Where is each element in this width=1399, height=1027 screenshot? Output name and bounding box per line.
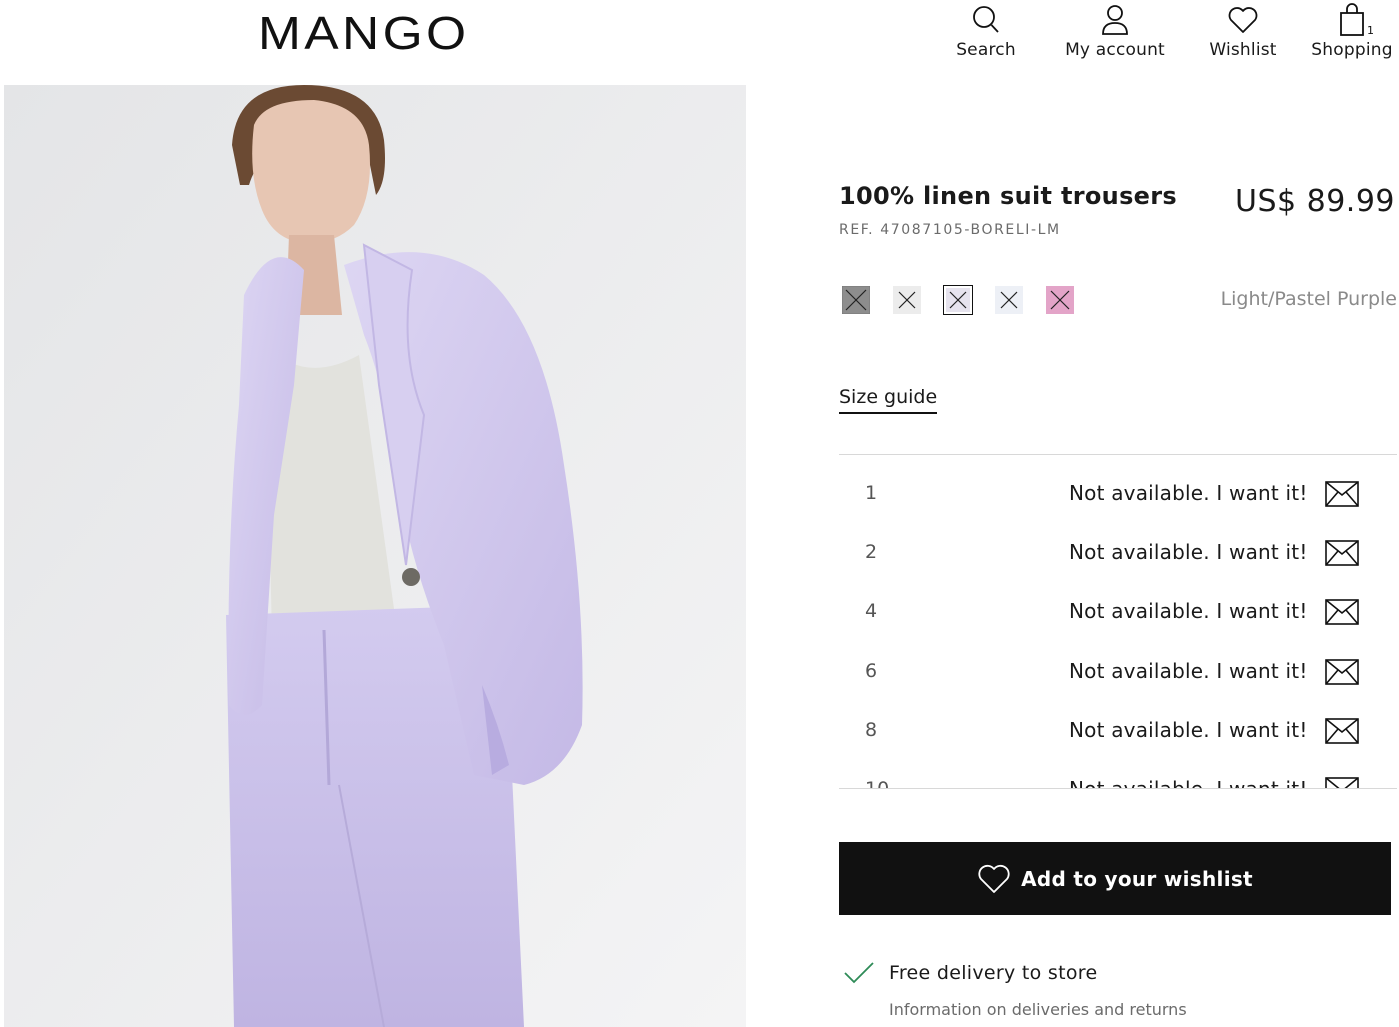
size-availability: Not available. I want it!	[1069, 540, 1308, 564]
mango-logo[interactable]: MANGO	[258, 10, 469, 56]
size-availability: Not available. I want it!	[1069, 481, 1308, 505]
nav-wishlist-label: Wishlist	[1209, 40, 1277, 60]
size-label: 1	[865, 482, 878, 504]
nav-my-account-label: My account	[1065, 40, 1165, 60]
size-list[interactable]: 1 Not available. I want it! 2 Not availa…	[839, 454, 1397, 789]
size-label: 8	[865, 719, 878, 741]
heart-icon	[978, 864, 1010, 893]
bag-icon: 1	[1338, 0, 1374, 40]
product-title: 100% linen suit trousers	[839, 182, 1177, 210]
size-option-1[interactable]: 1 Not available. I want it!	[839, 459, 1397, 518]
color-swatch-pink[interactable]	[1046, 286, 1074, 314]
product-price: US$ 89.99	[1234, 184, 1395, 219]
size-availability: Not available. I want it!	[1069, 659, 1308, 683]
envelope-icon	[1325, 599, 1359, 625]
model-illustration	[4, 85, 746, 1027]
free-delivery-text: Free delivery to store	[889, 962, 1098, 984]
nav-search-label: Search	[956, 40, 1016, 60]
product-image[interactable]	[4, 85, 746, 1027]
user-icon	[1100, 0, 1130, 40]
envelope-icon	[1325, 777, 1359, 788]
envelope-icon	[1325, 481, 1359, 507]
envelope-icon	[1325, 540, 1359, 566]
add-to-wishlist-label: Add to your wishlist	[1021, 866, 1253, 891]
heart-icon	[1227, 0, 1259, 40]
check-icon	[844, 962, 874, 984]
site-header: MANGO Search My account Wishlist 1 Shopp…	[0, 0, 1399, 84]
add-to-wishlist-button[interactable]: Add to your wishlist	[839, 842, 1391, 915]
size-option-2[interactable]: 2 Not available. I want it!	[839, 518, 1397, 577]
color-swatch-pastel-purple[interactable]	[943, 285, 973, 315]
color-swatch-grey[interactable]	[842, 286, 870, 314]
size-label: 10	[865, 778, 890, 789]
size-label: 6	[865, 660, 878, 682]
size-label: 2	[865, 541, 878, 563]
envelope-icon	[1325, 659, 1359, 685]
size-option-8[interactable]: 8 Not available. I want it!	[839, 696, 1397, 755]
color-swatch-light-blue[interactable]	[995, 286, 1023, 314]
size-availability: Not available. I want it!	[1069, 777, 1308, 789]
delivery-returns-link[interactable]: Information on deliveries and returns	[889, 1000, 1187, 1019]
nav-shopping-label: Shopping	[1311, 40, 1393, 60]
size-option-10[interactable]: 10 Not available. I want it!	[839, 755, 1397, 789]
color-selector: Light/Pastel Purple	[839, 285, 1399, 315]
size-availability: Not available. I want it!	[1069, 718, 1308, 742]
color-swatch-off-white[interactable]	[893, 286, 921, 314]
nav-shopping-bag[interactable]: 1 Shopping	[1310, 0, 1394, 70]
nav-search[interactable]: Search	[956, 0, 1016, 70]
nav-my-account[interactable]: My account	[1063, 0, 1167, 70]
search-icon	[971, 0, 1001, 40]
bag-count-badge: 1	[1367, 24, 1374, 37]
envelope-icon	[1325, 718, 1359, 744]
nav-wishlist[interactable]: Wishlist	[1208, 0, 1278, 70]
product-reference: REF. 47087105-BORELI-LM	[839, 222, 1061, 238]
selected-color-name: Light/Pastel Purple	[1220, 288, 1397, 310]
size-label: 4	[865, 600, 878, 622]
size-guide-link[interactable]: Size guide	[839, 386, 938, 414]
size-option-6[interactable]: 6 Not available. I want it!	[839, 637, 1397, 696]
size-availability: Not available. I want it!	[1069, 599, 1308, 623]
size-option-4[interactable]: 4 Not available. I want it!	[839, 577, 1397, 636]
